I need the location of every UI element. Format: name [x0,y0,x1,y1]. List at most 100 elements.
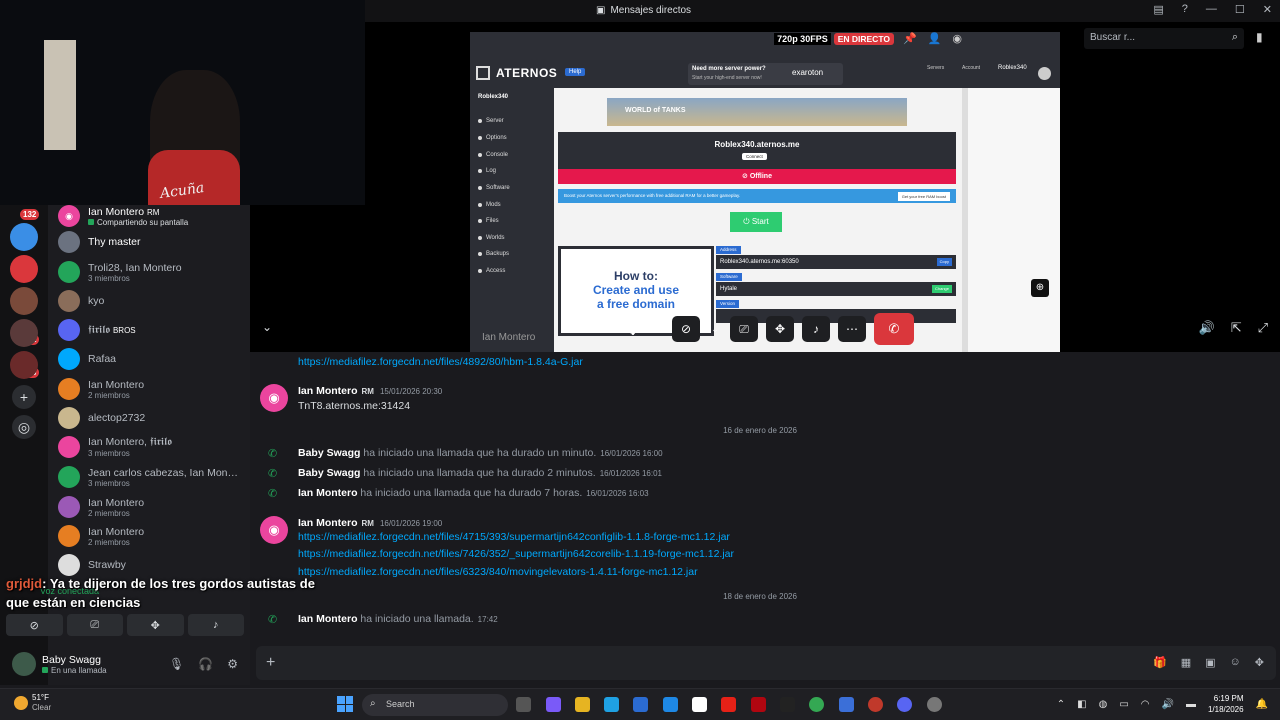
message-composer[interactable]: + 🎁 ▦ ▣ ☺ ✥ [256,646,1276,680]
inbox-icon[interactable]: ▮ [1256,30,1263,44]
server-icon[interactable] [10,351,38,379]
pin-icon[interactable]: 📌 [903,32,917,45]
server-icon[interactable] [10,319,38,347]
chrome-icon[interactable] [809,697,824,712]
file-explorer-icon[interactable] [575,697,590,712]
app-icon[interactable] [868,697,883,712]
message-link[interactable]: https://mediafilez.forgecdn.net/files/74… [298,548,734,560]
settings-icon[interactable] [927,697,942,712]
screen-share-icon[interactable]: ⎚ [66,614,123,636]
battery-icon[interactable]: ▬ [1186,699,1196,710]
close-button[interactable]: ✕ [1263,3,1272,16]
microphone-icon[interactable]: 🎙 [622,316,642,342]
volume-icon[interactable]: 🔊 [1199,320,1215,336]
dm-item[interactable]: Ian Montero 2 miembros [58,376,246,402]
volume-icon[interactable]: 🔊 [1162,699,1174,710]
zoom-icon[interactable]: ⊕ [1031,279,1049,297]
avatar [58,407,80,429]
user-profile-icon[interactable]: ◉ [952,32,962,45]
chevron-up-icon[interactable]: ⌃ [1057,699,1065,710]
avatar[interactable]: ◉ [260,516,288,544]
server-icon[interactable] [10,223,38,251]
microphone-icon[interactable]: 🎙 [169,657,184,671]
dm-item[interactable]: Troli28, Ian Montero 3 miembros [58,259,246,285]
screen-share-icon[interactable]: ⎚ [730,316,758,342]
boost-banner: Boost your Aternos server's performance … [558,189,956,203]
wifi-icon[interactable]: ◠ [1141,699,1150,710]
clock[interactable]: 6:19 PM 1/18/2026 [1208,693,1244,715]
gift-icon[interactable]: 🎁 [1153,656,1167,669]
chat-caption-overlay: grjdjd: Ya te dijeron de los tres gordos… [0,572,340,614]
weather-widget[interactable]: 51°F Clear [14,693,51,713]
roblox-icon[interactable] [692,697,707,712]
server-icon[interactable] [10,287,38,315]
message-author[interactable]: Ian Montero RM 15/01/2026 20:30 [298,385,442,397]
end-call-button[interactable]: ✆ [874,313,914,345]
notification-icon[interactable]: 🔔 [1256,699,1268,710]
popout-icon[interactable]: ⇱ [1231,320,1242,336]
more-icon[interactable]: ⋯ [838,316,866,342]
help-icon[interactable]: ? [1182,3,1188,16]
app-icon[interactable] [839,697,854,712]
tray-icon[interactable]: ▭ [1119,699,1128,710]
call-event: Baby Swagg ha iniciado una llamada que h… [298,447,663,459]
add-attachment-icon[interactable]: + [266,654,275,672]
message-link[interactable]: https://mediafilez.forgecdn.net/files/63… [298,566,698,578]
edge-icon[interactable] [604,697,619,712]
inbox-icon[interactable]: ▤ [1153,3,1163,16]
emoji-icon[interactable]: ☺ [1230,656,1241,669]
sticker-icon[interactable]: ▣ [1205,656,1215,669]
add-server-button[interactable]: + [12,385,36,409]
camera-off-icon[interactable]: ⊘ [672,316,700,342]
message-author[interactable]: Ian Montero RM 16/01/2026 19:00 [298,517,442,529]
ad-banner: WORLD of TANKS [607,98,907,126]
dm-item[interactable]: alectop2732 [58,405,246,431]
fullscreen-icon[interactable]: ⤢ [1258,320,1268,336]
message-link[interactable]: https://mediafilez.forgecdn.net/files/47… [298,531,730,543]
aternos-header: ATERNOS Help Need more server power? Sta… [470,60,1060,88]
discord-icon[interactable] [897,697,912,712]
chevron-down-icon[interactable]: ⌄ [708,316,722,342]
apps-icon[interactable]: ✥ [1255,656,1264,669]
add-friends-icon[interactable]: 👤 [928,32,942,45]
server-icon[interactable] [10,255,38,283]
dm-name: Ian Montero [88,378,145,391]
chevron-down-icon[interactable]: ⌄ [650,316,664,342]
dm-item[interactable]: Ian Montero, 𝖋𝖎𝖗𝖎𝖑𝖔 3 miembros [58,434,246,460]
gif-icon[interactable]: ▦ [1181,656,1191,669]
taskbar-search[interactable]: ⌕ Search [362,694,508,716]
youtube-icon[interactable] [721,697,736,712]
dm-item[interactable]: ◉ Ian Montero RM Compartiendo su pantall… [58,203,246,229]
copilot-icon[interactable] [546,697,561,712]
activities-icon[interactable]: ✥ [766,316,794,342]
chevron-down-icon[interactable]: ⌄ [262,320,272,334]
store-icon[interactable] [633,697,648,712]
maximize-button[interactable]: ☐ [1235,3,1245,16]
netflix-icon[interactable] [751,697,766,712]
avatar[interactable] [12,652,36,676]
dm-item[interactable]: Ian Montero 2 miembros [58,523,246,549]
soundboard-icon[interactable]: ♪ [187,614,244,636]
dm-item[interactable]: Ian Montero 2 miembros [58,494,246,520]
minimize-button[interactable]: — [1206,3,1217,16]
settings-icon[interactable]: ⚙ [227,657,238,671]
dm-item[interactable]: kyo [58,288,246,314]
app-icon[interactable] [663,697,678,712]
dm-item[interactable]: Jean carlos cabezas, Ian Mont... 3 miembr… [58,464,246,490]
task-view-icon[interactable] [516,697,531,712]
headphones-icon[interactable]: 🎧 [198,657,213,671]
discover-button[interactable]: ◎ [12,415,36,439]
start-button[interactable] [337,696,353,712]
amazon-icon[interactable] [780,697,795,712]
tray-icon[interactable]: ◧ [1077,699,1086,710]
soundboard-icon[interactable]: ♪ [802,316,830,342]
avatar[interactable]: ◉ [260,384,288,412]
tray-icon[interactable]: ◍ [1099,699,1108,710]
message-link[interactable]: https://mediafilez.forgecdn.net/files/48… [298,356,583,368]
dm-item[interactable]: 𝖋𝖎𝖗𝖎𝖑𝖔 BROS [58,317,246,343]
dm-item[interactable]: Rafaa [58,346,246,372]
dm-item[interactable]: Thy master [58,229,246,255]
search-input[interactable]: Buscar r... ⌕ [1084,28,1244,49]
activities-icon[interactable]: ✥ [127,614,184,636]
camera-off-icon[interactable]: ⊘ [6,614,63,636]
